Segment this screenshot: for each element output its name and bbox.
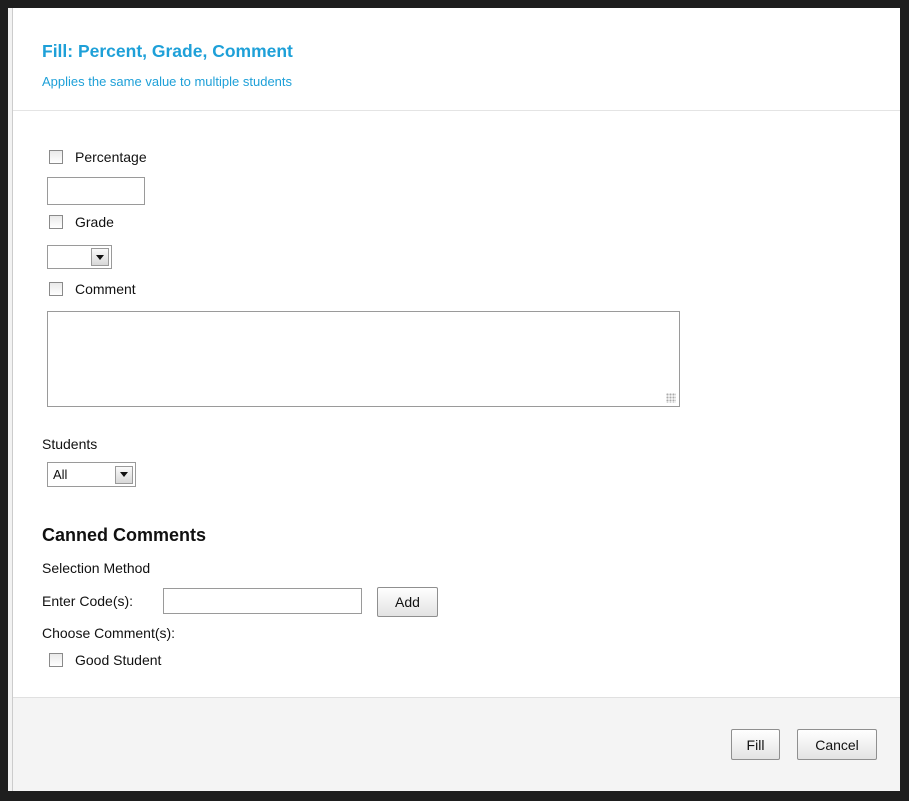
- chevron-down-icon[interactable]: [91, 248, 109, 266]
- students-select-value: All: [53, 467, 68, 482]
- grade-option[interactable]: Grade: [49, 214, 114, 230]
- selection-method-label: Selection Method: [42, 560, 151, 576]
- good-student-checkbox[interactable]: [49, 653, 63, 667]
- choose-comments-label: Choose Comment(s):: [42, 625, 176, 641]
- dialog-body: Percentage Grade Comment Students All Ca…: [13, 111, 900, 698]
- dialog-footer: Fill Cancel: [13, 697, 900, 791]
- grade-label: Grade: [75, 214, 114, 230]
- comment-option[interactable]: Comment: [49, 281, 136, 297]
- good-student-label: Good Student: [75, 652, 162, 668]
- comment-label: Comment: [75, 281, 136, 297]
- grade-select[interactable]: [47, 245, 112, 269]
- students-label: Students: [42, 436, 98, 452]
- canned-comments-heading: Canned Comments: [42, 525, 207, 545]
- comment-checkbox[interactable]: [49, 282, 63, 296]
- dialog-title: Fill: Percent, Grade, Comment: [42, 41, 293, 61]
- dialog-header: Fill: Percent, Grade, Comment Applies th…: [13, 8, 900, 111]
- grade-checkbox[interactable]: [49, 215, 63, 229]
- add-button[interactable]: Add: [377, 587, 438, 617]
- percentage-label: Percentage: [75, 149, 147, 165]
- percentage-checkbox[interactable]: [49, 150, 63, 164]
- fill-dialog: Fill: Percent, Grade, Comment Applies th…: [12, 8, 900, 791]
- enter-codes-label: Enter Code(s):: [42, 593, 134, 609]
- comment-option-good-student[interactable]: Good Student: [49, 652, 161, 668]
- cancel-button[interactable]: Cancel: [797, 729, 877, 760]
- percentage-option[interactable]: Percentage: [49, 149, 147, 165]
- chevron-down-icon[interactable]: [115, 465, 133, 484]
- dialog-subtitle: Applies the same value to multiple stude…: [42, 74, 293, 89]
- resize-grip-icon[interactable]: [666, 393, 676, 403]
- codes-input[interactable]: [163, 588, 362, 614]
- comment-textarea[interactable]: [47, 311, 680, 407]
- fill-button[interactable]: Fill: [731, 729, 780, 760]
- percentage-input[interactable]: [47, 177, 145, 205]
- students-select[interactable]: All: [47, 462, 136, 487]
